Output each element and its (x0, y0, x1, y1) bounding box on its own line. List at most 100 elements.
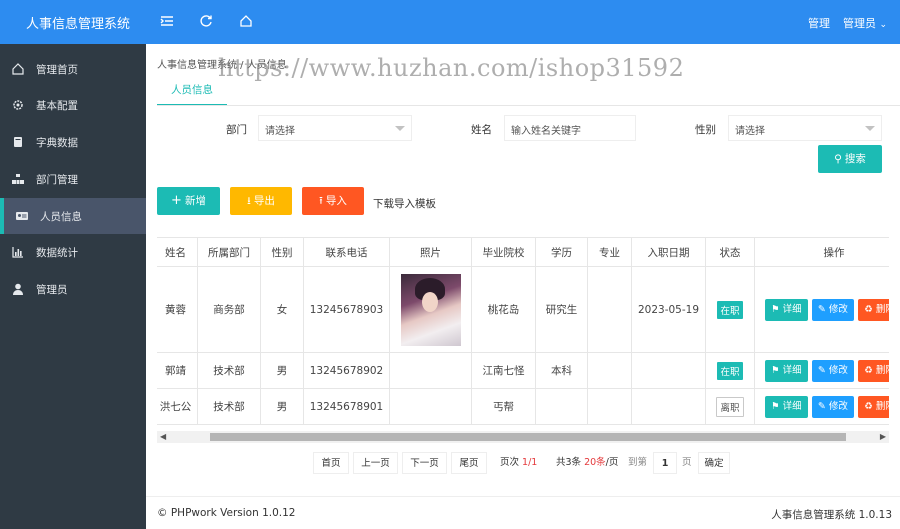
dept-select[interactable]: 请选择 (258, 115, 412, 141)
cell-name: 黄蓉 (157, 266, 198, 353)
dept-label: 部门 (226, 124, 247, 136)
cell-major (587, 352, 632, 389)
gender-label: 性别 (695, 124, 716, 136)
add-button[interactable]: + 新增 (157, 187, 220, 215)
edit-button[interactable]: ✎ 修改 (811, 298, 854, 321)
tab-personnel[interactable]: 人员信息 (157, 82, 227, 106)
menu-fold-icon[interactable] (159, 13, 175, 29)
delete-button[interactable]: ♻ 删除 (858, 395, 889, 418)
delete-button[interactable]: ♻ 删除 (858, 359, 889, 382)
sidebar: 管理首页 基本配置 字典数据 部门管理 人员信息 数据统计 管理员 (0, 44, 146, 529)
sidebar-item-admins[interactable]: 管理员 (0, 271, 146, 307)
detail-button[interactable]: ⚑ 详细 (765, 359, 808, 382)
detail-button[interactable]: ⚑ 详细 (765, 298, 808, 321)
cell-actions: ⚑ 详细 ✎ 修改 ♻ 删除 (754, 388, 889, 425)
admin-link[interactable]: 管理 (808, 15, 830, 31)
column-header: 联系电话 (303, 237, 390, 267)
caret-down-icon (865, 126, 875, 131)
dept-select-value: 请选择 (265, 126, 295, 137)
edit-button[interactable]: ✎ 修改 (811, 395, 854, 418)
edit-button[interactable]: ✎ 修改 (811, 359, 854, 382)
footer: © PHPwork Version 1.0.12 人事信息管理系统 1.0.13 (146, 496, 900, 529)
main-content: 人事信息管理系统 / 人员信息 https://www.huzhan.com/i… (146, 44, 900, 529)
sidebar-item-personnel[interactable]: 人员信息 (0, 198, 146, 234)
table-row: 郭靖 技术部 男 13245678902 江南七怪 本科 在职 ⚑ 详细 ✎ 修… (157, 352, 889, 389)
edit-button-label: 修改 (828, 303, 848, 315)
gender-select[interactable]: 请选择 (728, 115, 882, 141)
pager-first[interactable]: 首页 (313, 452, 349, 474)
cell-photo (389, 388, 472, 425)
cell-name: 洪七公 (157, 388, 198, 425)
status-badge: 离职 (716, 396, 744, 417)
plus-icon: + (171, 193, 182, 208)
sidebar-item-config[interactable]: 基本配置 (0, 87, 146, 123)
cell-phone: 13245678902 (303, 352, 390, 389)
caret-down-icon (395, 126, 405, 131)
cell-dept: 商务部 (197, 266, 261, 353)
sidebar-item-dictionary[interactable]: 字典数据 (0, 124, 146, 160)
search-button-label: 搜索 (844, 153, 866, 165)
sidebar-item-departments[interactable]: 部门管理 (0, 161, 146, 197)
scroll-right-icon[interactable]: ▶ (880, 432, 886, 441)
tag-icon: ⚑ (771, 303, 780, 315)
edit-button-label: 修改 (828, 400, 848, 412)
sidebar-item-statistics[interactable]: 数据统计 (0, 234, 146, 270)
column-header: 姓名 (157, 237, 198, 267)
detail-button-label: 详细 (782, 400, 802, 412)
scroll-left-icon[interactable]: ◀ (160, 432, 166, 441)
pager-prev[interactable]: 上一页 (353, 452, 398, 474)
bar-chart-icon (12, 247, 23, 258)
cell-school: 桃花岛 (471, 266, 536, 353)
column-header: 毕业院校 (471, 237, 536, 267)
detail-button[interactable]: ⚑ 详细 (765, 395, 808, 418)
person-photo[interactable] (400, 273, 461, 346)
delete-button[interactable]: ♻ 删除 (858, 298, 889, 321)
cell-dept: 技术部 (197, 388, 261, 425)
cell-education: 本科 (535, 352, 588, 389)
name-input[interactable]: 输入姓名关键字 (504, 115, 636, 141)
pager-last[interactable]: 尾页 (451, 452, 487, 474)
pager-page-prefix: 页次 (500, 457, 520, 468)
tag-icon: ⚑ (771, 364, 780, 376)
pager-total-info: 共3条 20条/页 (556, 452, 618, 474)
watermark-text: https://www.huzhan.com/ishop31592 (218, 54, 685, 82)
table-header-row: 姓名 所属部门 性别 联系电话 照片 毕业院校 学历 专业 入职日期 状态 操作 (157, 237, 889, 267)
cell-gender: 男 (260, 352, 304, 389)
sidebar-item-home[interactable]: 管理首页 (0, 51, 146, 87)
top-header: 人事信息管理系统 管理 管理员 ⌄ (0, 0, 900, 44)
personnel-table-wrapper: 姓名 所属部门 性别 联系电话 照片 毕业院校 学历 专业 入职日期 状态 操作… (157, 237, 889, 433)
cell-photo (389, 266, 472, 353)
cell-major (587, 266, 632, 353)
cell-gender: 女 (260, 266, 304, 353)
pager-next[interactable]: 下一页 (402, 452, 447, 474)
cell-hire-date (631, 388, 706, 425)
search-button[interactable]: ⚲ 搜索 (818, 145, 882, 173)
horizontal-scrollbar[interactable]: ◀ ▶ (157, 431, 889, 443)
home-icon[interactable] (238, 13, 254, 29)
pencil-icon: ✎ (817, 400, 826, 412)
name-input-placeholder: 输入姓名关键字 (511, 126, 581, 137)
cell-dept: 技术部 (197, 352, 261, 389)
export-button[interactable]: ⭳ 导出 (230, 187, 292, 215)
status-badge: 在职 (717, 361, 743, 380)
pager-page-value: 1/1 (522, 457, 538, 468)
scrollbar-thumb[interactable] (210, 433, 846, 441)
tab-divider (157, 105, 900, 106)
pager-per-page: 20条 (584, 457, 606, 468)
refresh-icon[interactable] (198, 13, 214, 29)
trash-icon: ♻ (864, 400, 873, 412)
search-icon: ⚲ (834, 153, 842, 165)
tag-icon: ⚑ (771, 400, 780, 412)
pager-confirm-button[interactable]: 确定 (698, 452, 730, 474)
book-icon (14, 137, 22, 147)
pager-goto-input[interactable]: 1 (653, 452, 677, 474)
import-button[interactable]: ⭱ 导入 (302, 187, 364, 215)
cell-hire-date: 2023-05-19 (631, 266, 706, 353)
download-template-link[interactable]: 下载导入模板 (373, 196, 436, 211)
user-menu[interactable]: 管理员 ⌄ (843, 15, 887, 31)
detail-button-label: 详细 (782, 303, 802, 315)
trash-icon: ♻ (864, 303, 873, 315)
add-button-label: 新增 (184, 195, 206, 207)
cell-hire-date (631, 352, 706, 389)
download-icon: ⭳ (247, 195, 251, 207)
